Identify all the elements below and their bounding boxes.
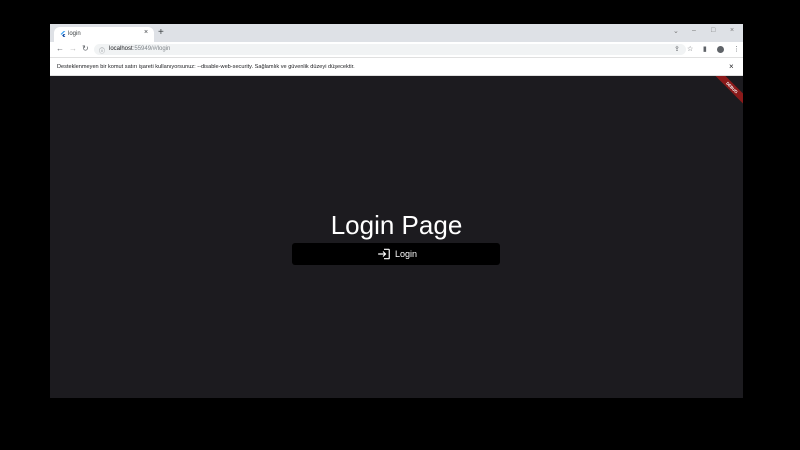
login-button[interactable]: Login <box>292 243 500 265</box>
tab-title: login <box>68 31 81 37</box>
app-content: DEBUG Login Page Login <box>50 76 743 398</box>
infobar-message: Desteklenmeyen bir komut satırı işareti … <box>57 64 355 70</box>
page-title: Login Page <box>330 210 463 240</box>
login-button-label: Login <box>395 249 418 259</box>
share-icon[interactable]: ⇪ <box>674 45 680 53</box>
tab-search-chevron-icon[interactable]: ⌄ <box>673 27 679 35</box>
url-path: :55949/#/login <box>132 46 171 52</box>
tab-login[interactable]: login × <box>54 27 154 42</box>
warning-infobar: Desteklenmeyen bir komut satırı işareti … <box>50 57 743 76</box>
address-url: localhost:55949/#/login <box>109 46 170 52</box>
reload-button[interactable]: ↻ <box>82 44 89 54</box>
browser-toolbar: ← → ↻ ⓘ localhost:55949/#/login ⇪ ☆ ▮ ⋮ <box>50 42 743 57</box>
address-bar[interactable]: ⓘ localhost:55949/#/login <box>94 44 686 55</box>
close-window-button[interactable]: × <box>730 27 734 34</box>
infobar-close-icon[interactable]: × <box>729 62 734 71</box>
site-info-icon[interactable]: ⓘ <box>99 46 105 55</box>
debug-banner: DEBUG <box>711 76 743 108</box>
tab-close-icon[interactable]: × <box>144 29 148 36</box>
back-button[interactable]: ← <box>56 44 64 54</box>
flutter-favicon-icon <box>60 31 66 37</box>
new-tab-button[interactable]: + <box>158 27 164 39</box>
side-panel-icon[interactable]: ▮ <box>703 45 707 53</box>
browser-menu-icon[interactable]: ⋮ <box>733 45 740 53</box>
url-host: localhost <box>109 46 133 52</box>
profile-avatar-icon[interactable] <box>717 46 724 53</box>
browser-window: login × + ⌄ – □ × ← → ↻ ⓘ localhost:5594… <box>50 24 743 398</box>
bookmark-star-icon[interactable]: ☆ <box>687 45 693 53</box>
minimize-button[interactable]: – <box>692 27 696 34</box>
tab-strip: login × + ⌄ – □ × <box>50 24 743 42</box>
forward-button[interactable]: → <box>69 44 77 54</box>
maximize-button[interactable]: □ <box>711 27 715 34</box>
login-icon <box>378 248 390 260</box>
